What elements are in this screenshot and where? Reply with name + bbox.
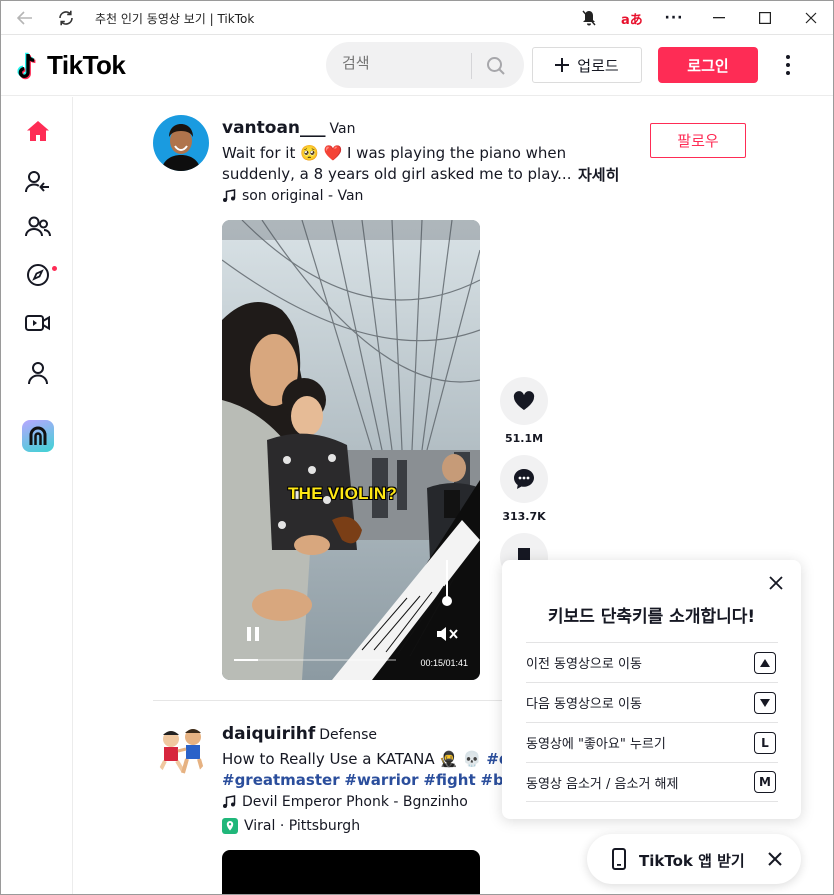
post1-description: Wait for it 🥺 ❤️ I was playing the piano… bbox=[222, 143, 572, 185]
shortcut-row-mute: 동영상 음소거 / 음소거 해제 M bbox=[526, 762, 778, 802]
explore-notification-dot bbox=[52, 266, 57, 271]
search-icon bbox=[487, 57, 505, 75]
video-caption: THE VIOLIN? bbox=[288, 484, 398, 503]
more-options-icon[interactable] bbox=[778, 53, 798, 77]
post1-desc-line1: Wait for it 🥺 ❤️ I was playing the piano… bbox=[222, 144, 567, 162]
tiktok-logo[interactable]: TikTok bbox=[17, 50, 126, 81]
left-nav bbox=[1, 97, 73, 894]
post2-music-text: Devil Emperor Phonk - Bgnzinho bbox=[242, 794, 468, 810]
translate-icon[interactable]: aあ bbox=[621, 9, 643, 28]
video-progress-bar[interactable] bbox=[234, 659, 396, 661]
like-button[interactable] bbox=[500, 377, 548, 425]
post2-username[interactable]: daiquirihf Defense bbox=[222, 724, 377, 744]
search-button[interactable] bbox=[482, 53, 510, 79]
close-window-icon[interactable] bbox=[801, 8, 821, 28]
get-app-label: TikTok 앱 받기 bbox=[639, 852, 745, 870]
mute-icon[interactable] bbox=[436, 625, 460, 647]
hashtag-greatmaster[interactable]: #greatmaster bbox=[222, 771, 340, 789]
key-down-icon bbox=[754, 691, 776, 714]
music-note-icon bbox=[223, 189, 236, 202]
like-count: 51.1M bbox=[504, 432, 544, 445]
post2-username-text: daiquirihf bbox=[222, 724, 316, 744]
hashtag-fight[interactable]: #fight bbox=[423, 771, 475, 789]
shortcut-label: 동영상에 "좋아요" 누르기 bbox=[526, 737, 666, 752]
home-icon[interactable] bbox=[23, 116, 53, 146]
video-progress-fill bbox=[234, 659, 259, 661]
close-banner-icon[interactable] bbox=[767, 851, 783, 867]
minimize-icon[interactable] bbox=[709, 8, 729, 28]
post2-video[interactable] bbox=[222, 850, 480, 894]
app-icon[interactable] bbox=[22, 420, 54, 452]
comment-button[interactable] bbox=[500, 455, 548, 503]
shortcut-row-next: 다음 동영상으로 이동 bbox=[526, 682, 778, 722]
heart-icon bbox=[513, 391, 535, 410]
login-button[interactable]: 로그인 bbox=[658, 47, 758, 83]
location-icon bbox=[222, 818, 238, 834]
post2-desc-line1: How to Really Use a KATANA 🥷 💀 bbox=[222, 750, 482, 768]
phone-icon bbox=[612, 848, 626, 870]
live-icon[interactable] bbox=[23, 308, 53, 338]
video-frame-image bbox=[222, 220, 480, 680]
post1-music[interactable]: son original - Van bbox=[222, 188, 363, 204]
post1-nickname: Van bbox=[329, 121, 356, 137]
notifications-off-icon[interactable] bbox=[579, 8, 599, 28]
tiktok-note-icon bbox=[17, 52, 36, 79]
site-header: TikTok 업로드 로그인 bbox=[1, 36, 833, 96]
post1-desc-line2: suddenly, a 8 years old girl asked me to… bbox=[222, 165, 572, 183]
comment-icon bbox=[514, 469, 534, 489]
key-m: M bbox=[754, 771, 776, 793]
post1-music-text: son original - Van bbox=[242, 188, 364, 204]
logo-text: TikTok bbox=[47, 50, 126, 80]
post2-nickname: Defense bbox=[319, 727, 377, 743]
post1-username-text: vantoan___ bbox=[222, 118, 326, 138]
shortcut-label: 이전 동영상으로 이동 bbox=[526, 657, 642, 672]
browser-window: 추천 인기 동영상 보기 | TikTok aあ ··· TikTok 검색 업… bbox=[0, 0, 834, 895]
post1-video[interactable]: THE VIOLIN? 00:15/01:41 bbox=[222, 220, 480, 680]
pause-icon[interactable] bbox=[244, 625, 262, 647]
follow-button[interactable]: 팔로우 bbox=[650, 123, 746, 158]
shortcut-row-like: 동영상에 "좋아요" 누르기 L bbox=[526, 722, 778, 762]
shortcut-label: 다음 동영상으로 이동 bbox=[526, 697, 642, 712]
search-divider bbox=[471, 53, 472, 79]
upload-label: 업로드 bbox=[577, 56, 619, 75]
following-icon[interactable] bbox=[23, 167, 53, 197]
window-title: 추천 인기 동영상 보기 | TikTok bbox=[95, 12, 255, 26]
post2-location[interactable]: Viral · Pittsburgh bbox=[222, 818, 360, 834]
post2-music[interactable]: Devil Emperor Phonk - Bgnzinho bbox=[222, 794, 468, 810]
get-app-banner[interactable]: TikTok 앱 받기 bbox=[587, 834, 801, 884]
refresh-icon[interactable] bbox=[56, 8, 76, 28]
shortcuts-title: 키보드 단축키를 소개합니다! bbox=[547, 607, 756, 627]
post1-more-link[interactable]: 자세히 bbox=[578, 164, 619, 185]
title-bar: 추천 인기 동영상 보기 | TikTok aあ ··· bbox=[1, 1, 833, 35]
key-up-icon bbox=[754, 651, 776, 674]
post1-avatar[interactable] bbox=[153, 115, 209, 171]
music-note-icon bbox=[223, 795, 236, 808]
profile-icon[interactable] bbox=[23, 358, 53, 388]
maximize-icon[interactable] bbox=[755, 8, 775, 28]
upload-button[interactable]: 업로드 bbox=[532, 47, 642, 83]
explore-icon[interactable] bbox=[23, 260, 53, 290]
key-l: L bbox=[754, 731, 776, 754]
shortcut-label: 동영상 음소거 / 음소거 해제 bbox=[526, 776, 679, 792]
friends-icon[interactable] bbox=[23, 212, 53, 242]
keyboard-shortcuts-popup: 키보드 단축키를 소개합니다! 이전 동영상으로 이동 다음 동영상으로 이동 … bbox=[502, 560, 801, 819]
back-arrow-icon[interactable] bbox=[15, 8, 35, 28]
post2-avatar[interactable] bbox=[153, 721, 209, 777]
post2-description: How to Really Use a KATANA 🥷 💀 #d #great… bbox=[222, 749, 504, 793]
comment-count: 313.7K bbox=[502, 510, 546, 523]
plus-icon bbox=[555, 58, 570, 72]
close-popup-icon[interactable] bbox=[767, 574, 785, 592]
search-bar bbox=[326, 42, 524, 88]
hashtag-warrior[interactable]: #warrior bbox=[344, 771, 418, 789]
search-input[interactable] bbox=[342, 54, 462, 72]
post2-location-text: Viral · Pittsburgh bbox=[244, 818, 361, 834]
menu-dots-icon[interactable]: ··· bbox=[664, 8, 684, 28]
post1-username[interactable]: vantoan___ Van bbox=[222, 118, 356, 138]
hashtag-boxing[interactable]: #boxing bbox=[480, 771, 504, 789]
video-time: 00:15/01:41 bbox=[420, 658, 468, 668]
shortcut-row-prev: 이전 동영상으로 이동 bbox=[526, 642, 778, 682]
